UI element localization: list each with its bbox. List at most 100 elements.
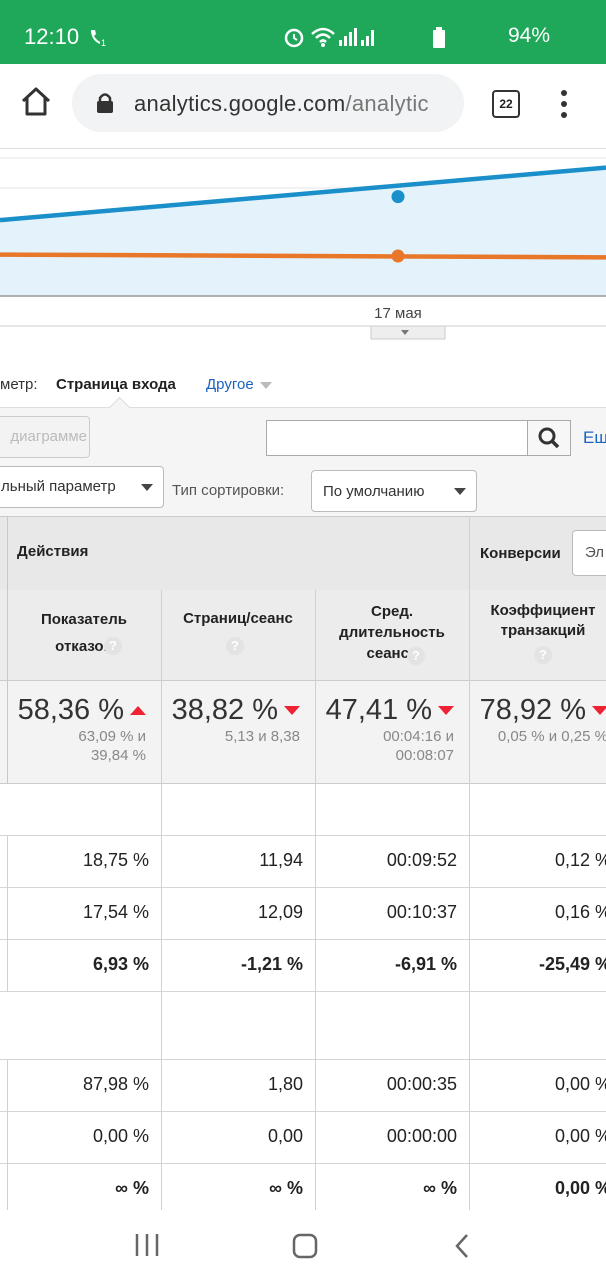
totals-value: 38,82 %: [171, 694, 278, 726]
table-cell: 0,12 %: [554, 850, 606, 870]
totals-comparison: 0,05 % и 0,25 %: [497, 728, 606, 745]
secondary-dimension-select[interactable]: льный параметр: [0, 466, 164, 508]
table-cell: 6,93 %: [92, 954, 149, 974]
table-cell: ∞ %: [269, 1178, 303, 1198]
totals-cell: 38,82 % 5,13 и 8,38: [154, 694, 304, 746]
row-divider: [0, 1163, 606, 1164]
table-cell: 0,00 %: [554, 1178, 606, 1198]
arrow-down-icon: [284, 706, 300, 715]
recent-apps-icon[interactable]: [134, 1232, 160, 1258]
table-cell: ∞ %: [423, 1178, 457, 1198]
chevron-down-icon: [454, 488, 466, 495]
battery-icon: [433, 27, 445, 48]
table-cell: 0,16 %: [554, 902, 606, 922]
table-cell: 1,80: [267, 1074, 303, 1094]
table-cell: 0,00: [267, 1126, 303, 1146]
column-header-avg-session-duration[interactable]: Сред. длительность сеанса: [316, 601, 468, 664]
table-cell: 87,98 %: [82, 1074, 149, 1094]
chart-type-button[interactable]: диаграмме: [0, 416, 90, 458]
table-cell: 18,75 %: [82, 850, 149, 870]
totals-cell: 78,92 % 0,05 % и 0,25 %: [462, 694, 606, 746]
table-cell: 0,00 %: [92, 1126, 149, 1146]
column-header-pages-per-session[interactable]: Страниц/сеанс: [162, 610, 314, 627]
primary-dimension-value[interactable]: Страница входа: [56, 376, 176, 393]
row-divider: [0, 1059, 606, 1060]
help-icon[interactable]: ?: [534, 646, 552, 664]
sort-type-select[interactable]: По умолчанию: [311, 470, 477, 512]
search-icon: [538, 427, 560, 449]
x-tick-label: 17 мая: [374, 305, 422, 322]
back-icon[interactable]: [452, 1232, 472, 1260]
browser-toolbar: analytics.google.com/analytic 22: [0, 64, 606, 149]
group-header-actions: Действия: [17, 543, 89, 560]
conversions-select[interactable]: Эл: [572, 530, 606, 576]
series-1-point[interactable]: [391, 190, 405, 204]
home-nav-icon[interactable]: [291, 1232, 319, 1260]
group-header-conversions: Конверсии: [480, 545, 561, 562]
series-2-line: [0, 252, 606, 260]
table-cell: 0,00 %: [554, 1074, 606, 1094]
table-cell: 00:00:35: [386, 1074, 457, 1094]
home-icon[interactable]: [20, 86, 52, 118]
table-cell: 0,00 %: [554, 1126, 606, 1146]
help-icon[interactable]: ?: [226, 637, 244, 655]
table-cell: -25,49 %: [538, 954, 606, 974]
table-cell: 00:10:37: [386, 902, 457, 922]
totals-cell: 47,41 % 00:04:16 и 00:08:07: [308, 694, 458, 765]
series-2-point[interactable]: [391, 249, 405, 263]
series-1-area: [0, 167, 606, 296]
table-cell: ∞ %: [115, 1178, 149, 1198]
table-cell: 11,94: [259, 850, 303, 870]
totals-comparison: 5,13 и 8,38: [224, 728, 300, 745]
menu-dots-icon[interactable]: [558, 88, 570, 120]
totals-cell: 58,36 % 63,09 % и 39,84 %: [0, 694, 150, 765]
column-divider: [161, 590, 162, 1210]
totals-comparison: 00:04:16 и: [383, 728, 454, 745]
column-divider: [315, 590, 316, 1210]
tab-count-button[interactable]: 22: [492, 90, 520, 118]
chart-collapse-handle[interactable]: [370, 325, 446, 340]
more-link[interactable]: Ещ: [583, 428, 606, 448]
column-header-label: Коэффициент транзакций: [490, 602, 596, 639]
arrow-up-icon: [130, 706, 146, 715]
svg-text:1: 1: [101, 38, 106, 48]
chevron-down-icon: [141, 484, 153, 491]
table-cell: 12,09: [257, 902, 303, 922]
column-header-transaction-rate[interactable]: Коэффициент транзакций: [470, 601, 606, 641]
totals-value: 78,92 %: [479, 694, 586, 726]
other-link-label: Другое: [206, 376, 254, 393]
chevron-down-icon: [259, 381, 272, 389]
secondary-dimension-label: льный параметр: [1, 478, 116, 495]
arrow-down-icon: [592, 706, 606, 715]
search-input[interactable]: [266, 420, 530, 456]
table-cell: -6,91 %: [394, 954, 457, 974]
column-header-bounce-rate[interactable]: Показатель отказов: [8, 590, 160, 660]
help-icon[interactable]: ?: [407, 647, 425, 665]
help-icon[interactable]: ?: [104, 637, 122, 655]
table-cell: -1,21 %: [240, 954, 303, 974]
row-divider: [0, 835, 606, 836]
address-bar[interactable]: analytics.google.com/analytic: [72, 74, 464, 132]
sort-type-label: Тип сортировки:: [172, 482, 285, 499]
battery-level: 94%: [507, 24, 550, 47]
status-bar: 12:10 1 94%: [0, 0, 606, 64]
alarm-icon: [284, 28, 304, 48]
row-divider: [0, 1111, 606, 1112]
totals-value: 47,41 %: [325, 694, 432, 726]
row-divider: [0, 939, 606, 940]
other-dimension-link[interactable]: Другое: [206, 376, 272, 393]
url-path: /analytic: [345, 91, 429, 116]
search-button[interactable]: [527, 420, 571, 456]
table-cell: 00:09:52: [386, 850, 457, 870]
lock-icon: [97, 93, 113, 113]
totals-value: 58,36 %: [17, 694, 124, 726]
totals-comparison: 63,09 % и: [78, 728, 146, 745]
row-divider: [0, 887, 606, 888]
line-chart: 17 мая: [0, 157, 606, 340]
wifi-icon: [311, 27, 335, 47]
system-nav-bar: [0, 1212, 606, 1280]
status-time: 12:10: [24, 24, 80, 49]
table-cell: 17,54 %: [82, 902, 149, 922]
signal-icon: [339, 28, 374, 46]
column-divider: [7, 1060, 8, 1210]
